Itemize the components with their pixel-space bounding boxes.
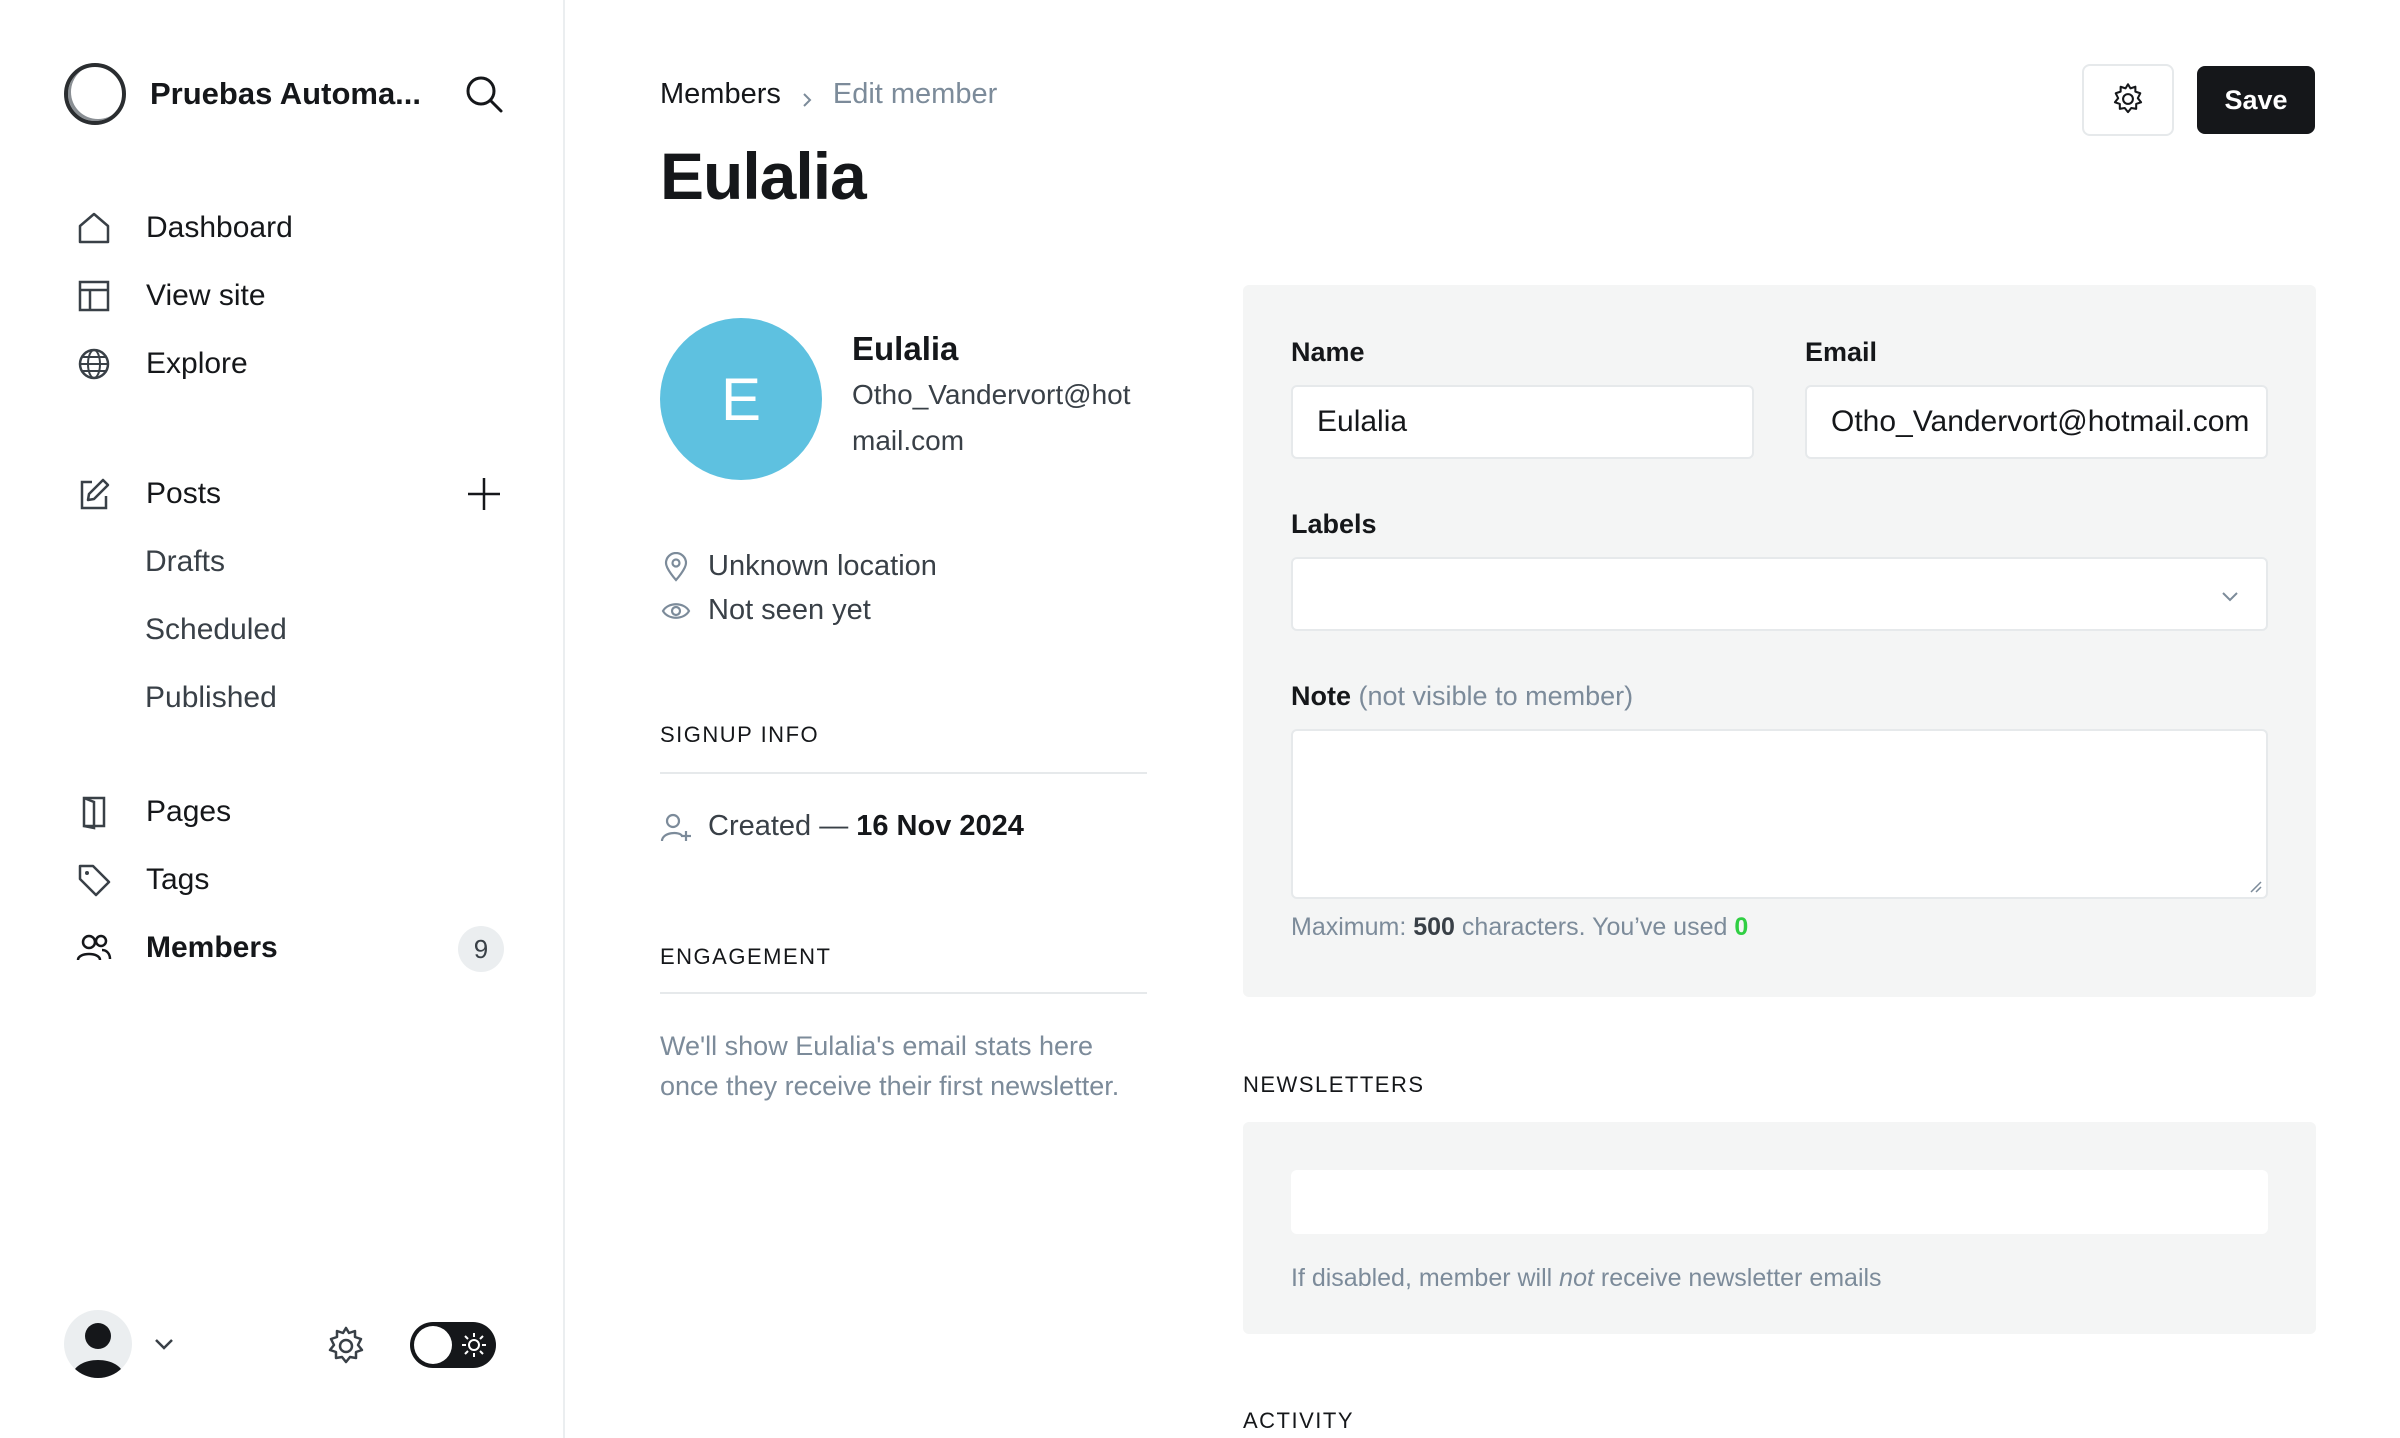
member-settings-button[interactable] bbox=[2082, 64, 2174, 136]
save-button[interactable]: Save bbox=[2197, 66, 2315, 134]
member-last-seen: Not seen yet bbox=[660, 594, 871, 627]
theme-toggle[interactable] bbox=[410, 1322, 496, 1368]
note-label-muted: (not visible to member) bbox=[1358, 681, 1634, 711]
main-content: Members Edit member Eulalia Save E Eulal… bbox=[567, 0, 2400, 1438]
eye-icon bbox=[660, 595, 692, 627]
breadcrumb-current: Edit member bbox=[832, 78, 998, 110]
sidebar-item-posts[interactable]: Posts bbox=[74, 466, 504, 522]
chevron-down-icon bbox=[2218, 582, 2242, 606]
engagement-heading: ENGAGEMENT bbox=[660, 944, 832, 969]
chevron-right-icon bbox=[797, 85, 817, 107]
created-date: 16 Nov 2024 bbox=[856, 810, 1024, 842]
hint-used: 0 bbox=[1734, 913, 1749, 941]
gear-icon bbox=[2110, 81, 2146, 120]
home-icon bbox=[74, 208, 114, 248]
sidebar-item-label: Posts bbox=[146, 477, 222, 510]
site-header: Pruebas Automa... bbox=[64, 62, 504, 126]
newsletters-panel: If disabled, member will not receive new… bbox=[1243, 1122, 2316, 1334]
sidebar: Pruebas Automa... Dashboard View site Ex… bbox=[0, 0, 565, 1438]
sun-icon bbox=[460, 1331, 488, 1359]
search-icon[interactable] bbox=[464, 74, 504, 114]
sidebar-item-drafts[interactable]: Drafts bbox=[145, 534, 225, 590]
sidebar-item-label: Tags bbox=[146, 863, 210, 896]
note-label-text: Note bbox=[1291, 681, 1351, 711]
hint-max: 500 bbox=[1413, 913, 1455, 941]
last-seen-text: Not seen yet bbox=[708, 594, 871, 626]
sidebar-item-label: Explore bbox=[146, 347, 248, 380]
location-text: Unknown location bbox=[708, 550, 937, 582]
site-name[interactable]: Pruebas Automa... bbox=[150, 76, 430, 112]
created-info: Created — 16 Nov 2024 bbox=[660, 810, 1024, 843]
globe-icon bbox=[74, 344, 114, 384]
edit-icon bbox=[74, 474, 114, 514]
nl-hint-before: If disabled, member will bbox=[1291, 1264, 1553, 1292]
sidebar-item-label: Members bbox=[146, 931, 278, 964]
sidebar-item-tags[interactable]: Tags bbox=[74, 852, 504, 908]
sidebar-item-members[interactable]: Members 9 bbox=[74, 920, 504, 976]
created-prefix: Created — bbox=[708, 810, 849, 842]
sidebar-item-pages[interactable]: Pages bbox=[74, 784, 504, 840]
divider bbox=[660, 772, 1147, 774]
newsletters-heading: NEWSLETTERS bbox=[1243, 1072, 1425, 1097]
sidebar-item-explore[interactable]: Explore bbox=[74, 336, 504, 392]
layout-icon bbox=[74, 276, 114, 316]
breadcrumb-members-link[interactable]: Members bbox=[660, 78, 781, 111]
email-input[interactable]: Otho_Vandervort@hotmail.com bbox=[1805, 385, 2268, 459]
avatar[interactable] bbox=[64, 1310, 132, 1378]
sidebar-item-label: View site bbox=[146, 279, 266, 312]
nl-hint-after: receive newsletter emails bbox=[1600, 1264, 1882, 1292]
hint-middle: characters. You’ve used bbox=[1461, 913, 1728, 941]
sidebar-item-label: Dashboard bbox=[146, 211, 293, 244]
tag-icon bbox=[74, 860, 114, 900]
activity-heading: ACTIVITY bbox=[1243, 1408, 1355, 1433]
name-input[interactable]: Eulalia bbox=[1291, 385, 1754, 459]
sidebar-item-label: Pages bbox=[146, 795, 232, 828]
name-label: Name bbox=[1291, 337, 1365, 367]
members-icon bbox=[74, 928, 114, 968]
hint-prefix: Maximum: bbox=[1291, 913, 1407, 941]
member-name: Eulalia bbox=[852, 330, 959, 367]
member-avatar: E bbox=[660, 318, 822, 480]
members-count-badge: 9 bbox=[458, 926, 504, 972]
location-pin-icon bbox=[660, 551, 692, 583]
nl-hint-em: not bbox=[1559, 1264, 1594, 1292]
member-form-panel: Name Eulalia Email Otho_Vandervort@hotma… bbox=[1243, 285, 2316, 997]
sidebar-item-view-site[interactable]: View site bbox=[74, 268, 504, 324]
note-char-hint: Maximum: 500 characters. You’ve used 0 bbox=[1291, 913, 1748, 942]
signup-info-heading: SIGNUP INFO bbox=[660, 722, 820, 747]
email-label: Email bbox=[1805, 337, 1878, 367]
engagement-text: We'll show Eulalia's email stats here on… bbox=[660, 1031, 1120, 1101]
sidebar-item-dashboard[interactable]: Dashboard bbox=[74, 200, 504, 256]
add-post-icon[interactable] bbox=[464, 474, 504, 514]
labels-select[interactable] bbox=[1291, 557, 2268, 631]
member-email: Otho_Vandervort@hotmail.com bbox=[852, 379, 1131, 456]
divider bbox=[660, 992, 1147, 994]
labels-label: Labels bbox=[1291, 509, 1377, 539]
settings-gear-icon[interactable] bbox=[324, 1324, 368, 1368]
page-icon bbox=[74, 792, 114, 832]
note-textarea[interactable] bbox=[1291, 729, 2268, 899]
page-title: Eulalia bbox=[660, 139, 867, 213]
note-label: Note (not visible to member) bbox=[1291, 681, 1633, 712]
toggle-knob bbox=[414, 1326, 452, 1364]
chevron-down-icon[interactable] bbox=[148, 1328, 180, 1360]
sidebar-item-scheduled[interactable]: Scheduled bbox=[145, 602, 287, 658]
user-menu[interactable] bbox=[64, 1310, 504, 1380]
user-add-icon bbox=[660, 811, 692, 843]
site-logo-icon[interactable] bbox=[64, 63, 126, 125]
newsletter-hint: If disabled, member will not receive new… bbox=[1291, 1264, 1882, 1293]
breadcrumb: Members Edit member bbox=[660, 78, 997, 111]
sidebar-item-published[interactable]: Published bbox=[145, 670, 277, 726]
member-location: Unknown location bbox=[660, 550, 937, 583]
resize-handle-icon[interactable] bbox=[2246, 877, 2262, 893]
newsletter-toggle-row[interactable] bbox=[1291, 1170, 2268, 1234]
